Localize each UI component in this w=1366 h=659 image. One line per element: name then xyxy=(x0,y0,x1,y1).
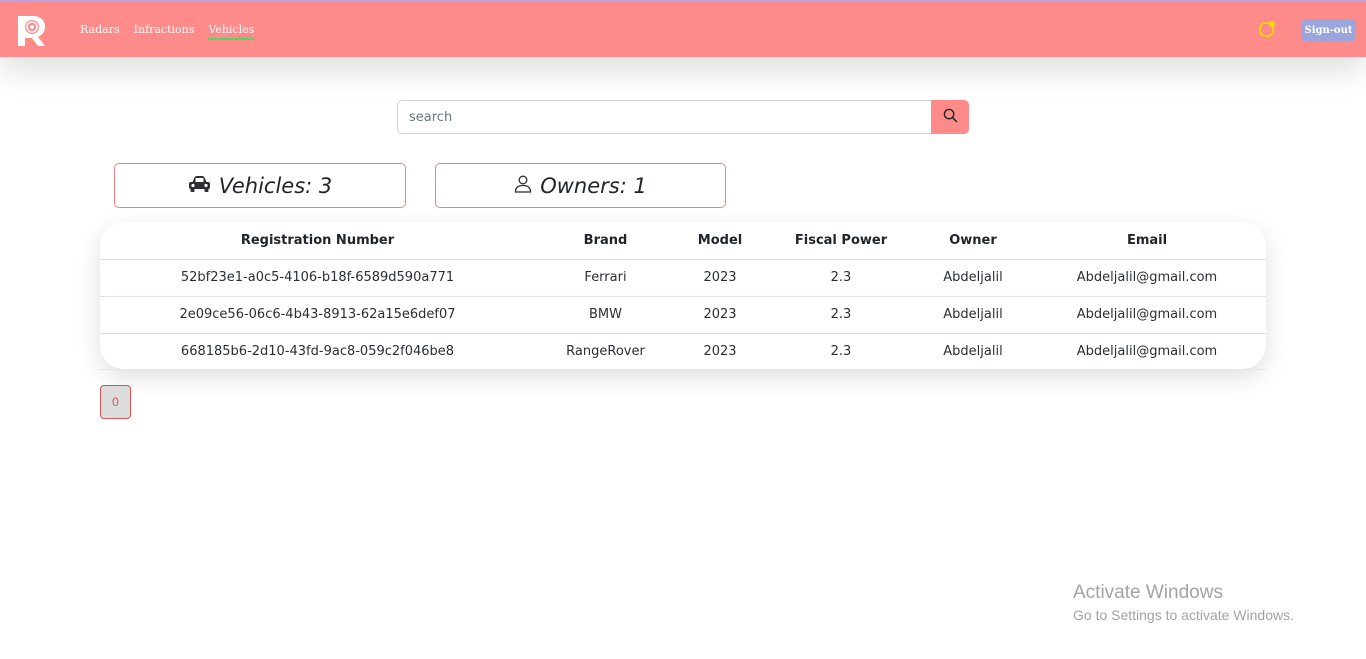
cell-fiscal-power: 2.3 xyxy=(764,332,918,369)
cell-owner: Abdeljalil xyxy=(943,270,1003,285)
vehicles-table-card: Registration Number Brand Model Fiscal P… xyxy=(100,222,1266,369)
cell-email: Abdeljalil@gmail.com xyxy=(1028,295,1266,333)
cell-model: 2023 xyxy=(676,332,764,369)
cell-email: Abdeljalil@gmail.com xyxy=(1076,270,1218,285)
cell-brand: Ferrari xyxy=(584,270,627,285)
cell-model: 2023 xyxy=(703,270,737,285)
column-header-email: Email xyxy=(1028,222,1266,260)
cell-brand: BMW xyxy=(535,295,676,333)
cell-registration: 668185b6-2d10-43fd-9ac8-059c2f046be8 xyxy=(100,332,535,369)
table-header-row: Registration Number Brand Model Fiscal P… xyxy=(100,222,1266,260)
table-row[interactable]: 52bf23e1-a0c5-4106-b18f-6589d590a771 Fer… xyxy=(100,259,1266,296)
cell-owner: Abdeljalil xyxy=(918,295,1028,333)
search-icon xyxy=(943,108,958,126)
column-header-model: Model xyxy=(676,222,764,260)
column-header-owner: Owner xyxy=(918,222,1028,260)
top-navbar: Radars Infractions Vehicles Sign-out xyxy=(0,0,1366,57)
table-row[interactable]: 668185b6-2d10-43fd-9ac8-059c2f046be8 Ran… xyxy=(100,332,1266,369)
table-divider xyxy=(100,369,1266,370)
column-header-registration: Registration Number xyxy=(100,222,535,260)
owners-count-label: Owners: 1 xyxy=(540,173,647,198)
cell-email: Abdeljalil@gmail.com xyxy=(1028,332,1266,369)
person-icon xyxy=(514,175,532,197)
vehicles-table: Registration Number Brand Model Fiscal P… xyxy=(100,222,1266,369)
notification-icon[interactable] xyxy=(1258,20,1276,38)
column-header-fiscal-power: Fiscal Power xyxy=(764,222,918,260)
owners-count-card: Owners: 1 xyxy=(435,163,726,208)
cell-registration: 2e09ce56-06c6-4b43-8913-62a15e6def07 xyxy=(100,295,535,333)
column-header-brand: Brand xyxy=(535,222,676,260)
cell-fiscal-power: 2.3 xyxy=(830,270,852,285)
vehicles-count-label: Vehicles: 3 xyxy=(218,173,333,198)
nav-link-infractions[interactable]: Infractions xyxy=(134,23,195,39)
main-nav: Radars Infractions Vehicles xyxy=(80,23,254,40)
watermark-title: Activate Windows xyxy=(1073,582,1223,603)
cell-registration: 52bf23e1-a0c5-4106-b18f-6589d590a771 xyxy=(180,270,455,285)
nav-link-vehicles[interactable]: Vehicles xyxy=(208,23,254,40)
sign-out-button[interactable]: Sign-out xyxy=(1302,19,1355,41)
search-button[interactable] xyxy=(931,100,969,134)
app-logo-icon[interactable] xyxy=(14,13,47,47)
cell-brand: RangeRover xyxy=(535,332,676,369)
nav-link-radars[interactable]: Radars xyxy=(80,23,120,39)
cell-owner: Abdeljalil xyxy=(918,332,1028,369)
activate-windows-watermark: Activate Windows Go to Settings to activ… xyxy=(1073,582,1294,623)
search-input[interactable] xyxy=(397,100,932,134)
cell-model: 2023 xyxy=(676,295,764,333)
table-row[interactable]: 2e09ce56-06c6-4b43-8913-62a15e6def07 BMW… xyxy=(100,295,1266,333)
cell-fiscal-power: 2.3 xyxy=(764,295,918,333)
watermark-subtitle: Go to Settings to activate Windows. xyxy=(1073,607,1294,623)
vehicles-count-card: Vehicles: 3 xyxy=(114,163,406,208)
car-icon xyxy=(188,175,211,197)
search-bar xyxy=(397,100,969,134)
pagination-page-button[interactable]: 0 xyxy=(100,385,131,419)
